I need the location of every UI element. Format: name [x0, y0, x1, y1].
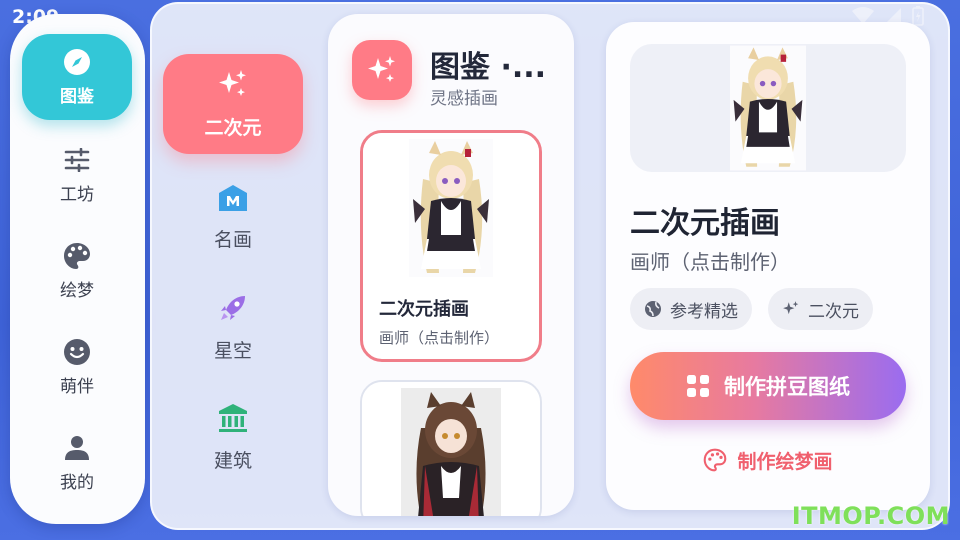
nav-item-tujian[interactable]: 图鉴 — [22, 34, 132, 120]
button-label: 制作绘梦画 — [737, 450, 833, 473]
nav-item-label: 我的 — [60, 472, 94, 493]
button-label: 制作拼豆图纸 — [724, 375, 850, 399]
detail-preview-image — [630, 44, 906, 172]
detail-panel: 二次元插画 画师（点击制作） 参考精选 二次元 制作拼豆图纸 制作绘梦画 — [606, 22, 930, 510]
sparkles-icon — [217, 68, 249, 105]
category-label: 名画 — [213, 229, 252, 251]
category-erciyuan[interactable]: 二次元 — [163, 54, 303, 154]
palette-icon — [704, 448, 727, 472]
item-subtitle: 画师（点击制作） — [379, 329, 500, 347]
globe-icon — [645, 301, 661, 317]
item-title: 二次元插画 — [379, 299, 469, 320]
nav-item-label: 绘梦 — [60, 280, 94, 301]
item-thumbnail — [363, 133, 539, 281]
watermark-logo: ITMOP.COM — [791, 502, 950, 530]
sliders-icon — [63, 146, 91, 174]
museum-icon — [218, 184, 248, 217]
make-bead-pattern-button[interactable]: 制作拼豆图纸 — [630, 352, 906, 420]
sparkles-icon — [783, 301, 799, 315]
category-label: 二次元 — [204, 117, 262, 139]
nav-rail: 图鉴 工坊 绘梦 萌伴 我的 — [10, 14, 145, 524]
smiley-icon — [63, 338, 91, 366]
make-dream-painting-button[interactable]: 制作绘梦画 — [630, 442, 906, 478]
gallery-header-badge — [352, 40, 412, 100]
nav-item-label: 图鉴 — [60, 86, 94, 107]
nav-item-mengban[interactable]: 萌伴 — [22, 324, 132, 410]
chip-label: 参考精选 — [670, 301, 738, 322]
nav-item-huimeng[interactable]: 绘梦 — [22, 228, 132, 314]
compass-icon — [63, 48, 91, 76]
nav-item-wode[interactable]: 我的 — [22, 420, 132, 506]
category-label: 星空 — [213, 340, 252, 362]
gallery-item[interactable] — [360, 380, 542, 516]
category-label: 建筑 — [213, 450, 252, 472]
detail-subtitle: 画师（点击制作） — [630, 250, 790, 274]
detail-title: 二次元插画 — [630, 206, 780, 241]
gallery-item[interactable]: 二次元插画 画师（点击制作） — [360, 130, 542, 362]
chip-reference[interactable]: 参考精选 — [630, 288, 752, 330]
gallery-list[interactable]: 图鉴 ·... 灵感插画 二次元插画 画师（点击制作） — [328, 14, 574, 516]
chip-label: 二次元 — [808, 301, 859, 322]
grid-icon — [687, 375, 709, 397]
palette-icon — [63, 242, 91, 270]
gallery-subtitle: 灵感插画 — [430, 89, 498, 109]
category-minghua[interactable]: 名画 — [163, 168, 303, 268]
category-jianzhu[interactable]: 建筑 — [163, 388, 303, 488]
chip-category[interactable]: 二次元 — [768, 288, 873, 330]
gallery-title: 图鉴 ·... — [430, 50, 547, 85]
rocket-icon — [218, 293, 248, 328]
nav-item-gongfang[interactable]: 工坊 — [22, 132, 132, 218]
nav-item-label: 工坊 — [60, 184, 94, 205]
nav-item-label: 萌伴 — [60, 376, 94, 397]
category-xingkong[interactable]: 星空 — [163, 278, 303, 378]
person-icon — [63, 434, 91, 462]
bank-icon — [218, 403, 248, 438]
item-thumbnail — [362, 382, 540, 516]
sparkles-icon — [368, 56, 395, 82]
